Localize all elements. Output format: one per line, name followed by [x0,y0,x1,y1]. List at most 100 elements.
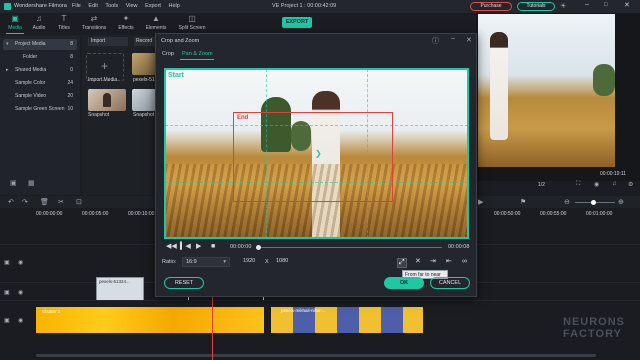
menu-view[interactable]: View [126,3,138,9]
media-clip-label: pexels-51 [133,77,155,83]
sidebar-item-folder[interactable]: Folder 8 [3,52,77,63]
track-lock-icon[interactable]: ▣ [4,259,10,266]
end-frame[interactable]: End [233,112,393,202]
ratio-select[interactable]: 16:9 ▾ [182,257,230,267]
sidebar-item-sample-color[interactable]: Sample Color 24 [3,78,77,89]
tab-transitions[interactable]: ⇄ Transitions [80,13,108,35]
time-start: 00:00:00 [230,244,252,250]
tab-media[interactable]: ▣ Media [2,13,28,35]
crop-zoom-dialog: Crop and Zoom ⓘ – ✕ Crop Pan & Zoom Star… [155,33,477,297]
marker-icon[interactable]: ⚑ [520,198,526,206]
swap-zoom-icon[interactable]: ⤢ [397,258,407,268]
ok-button[interactable]: OK [384,277,424,289]
dimension-separator: X [265,259,269,265]
track-eye-icon[interactable]: ◉ [18,289,23,296]
menu-bar: File Edit Tools View Export Help [72,3,186,9]
tab-titles[interactable]: T Titles [51,13,77,35]
transition-icon: ⇄ [90,14,98,23]
zoom-out-icon[interactable]: ⊖ [564,198,570,206]
menu-file[interactable]: File [72,3,81,9]
effects-icon: ✦ [122,14,130,23]
menu-help[interactable]: Help [169,3,180,9]
menu-export[interactable]: Export [145,3,161,9]
track-lock-icon[interactable]: ▣ [4,317,10,324]
step-back-icon[interactable]: ▍◀ [180,243,191,251]
timeline-clip-girl[interactable]: pexels-mikhail-nilov-... [271,307,423,333]
minimize-icon[interactable]: – [585,1,589,8]
tab-audio[interactable]: ♫ Audio [26,13,52,35]
scrubber-knob[interactable] [256,245,261,250]
tab-effects[interactable]: ✦ Effects [113,13,139,35]
crop-icon[interactable]: ⊡ [76,198,82,206]
timeline-clip-yellow[interactable]: Shutter 1 [36,307,264,333]
tree-shape [593,64,615,96]
media-clip-thumbnail[interactable] [132,53,156,75]
maximize-icon[interactable]: □ [604,2,608,8]
import-dropdown[interactable]: Import [88,37,128,46]
close-icon[interactable]: ✕ [466,36,472,44]
tutorials-button[interactable]: Tutorials [517,2,555,11]
link-icon[interactable]: ∞ [462,258,467,266]
project-title: VE Project 1 : 00:00:42:09 [272,3,337,9]
menu-edit[interactable]: Edit [88,3,97,9]
sidebar-item-project-media[interactable]: ▾ Project Media 8 [3,39,77,50]
playback-scrubber[interactable] [258,247,442,248]
close-icon[interactable]: ✕ [624,1,630,9]
folder-icon[interactable]: ▦ [28,179,35,187]
volume-icon[interactable]: ♫ [612,181,617,187]
timeline-clip-text[interactable]: pexels-51324... [96,277,144,301]
zoom-in-icon[interactable]: ⊕ [618,198,624,206]
fullscreen-icon[interactable]: ⛶ [576,181,580,188]
notification-icon[interactable]: ☀ [560,2,566,10]
ruler-tick-label: 00:00:10:00 [128,211,155,217]
stop-icon[interactable]: ■ [211,243,215,251]
new-folder-icon[interactable]: ▣ [10,179,17,187]
snapshot-thumbnail-2[interactable] [132,89,156,111]
crop-canvas[interactable]: Start End ❯ [164,68,469,239]
snapshot-thumbnail[interactable] [88,89,126,111]
track-lock-icon[interactable]: ▣ [4,289,10,296]
media-library: Import Record + Import Media pexels-51 S… [82,35,156,195]
active-tab-underline [6,33,24,34]
watermark-text: NEURONS [563,316,626,328]
tab-pan-zoom[interactable]: Pan & Zoom [182,51,213,57]
cut-icon[interactable]: ✂ [58,198,64,206]
minimize-icon[interactable]: – [451,35,455,42]
width-field[interactable]: 1920 [240,257,262,267]
align-right-icon[interactable]: ⇥ [430,258,436,266]
cancel-button[interactable]: CANCEL [430,277,470,289]
reset-button[interactable]: RESET [164,277,204,289]
reset-crop-icon[interactable]: ✕ [415,258,421,266]
sidebar-item-sample-green-screen[interactable]: Sample Green Screen 10 [3,104,77,115]
play-icon[interactable]: ▶ [196,243,201,251]
rewind-icon[interactable]: ◀◀ [166,243,177,251]
tab-crop[interactable]: Crop [162,51,174,57]
preview-zoom[interactable]: 1/2 [538,182,545,188]
sidebar-item-shared-media[interactable]: ▸ Shared Media 0 [3,65,77,76]
menu-tools[interactable]: Tools [105,3,118,9]
title-bar: Wondershare Filmora File Edit Tools View… [0,0,640,13]
timeline-scrollbar[interactable] [36,354,596,357]
settings-icon[interactable]: ⚙ [628,181,633,188]
tab-underline [180,59,214,60]
render-icon[interactable]: ▶ [478,198,483,206]
chevron-right-icon: ▸ [6,67,9,73]
zoom-slider-knob[interactable] [591,200,596,205]
redo-icon[interactable]: ↷ [22,198,28,206]
delete-icon[interactable]: 🗑 [40,198,49,206]
undo-icon[interactable]: ↶ [8,198,14,206]
export-button[interactable]: EXPORT [282,17,312,28]
track-eye-icon[interactable]: ◉ [18,259,23,266]
app-logo-icon [4,3,11,10]
help-icon[interactable]: ⓘ [432,36,439,46]
sidebar-item-sample-video[interactable]: Sample Video 20 [3,91,77,102]
tab-elements[interactable]: ▲ Elements [142,13,170,35]
purchase-button[interactable]: Purchase [470,2,512,11]
track-eye-icon[interactable]: ◉ [18,317,23,324]
snapshot-icon[interactable]: ◉ [594,181,599,188]
record-dropdown[interactable]: Record [134,37,156,46]
height-field[interactable]: 1080 [273,257,295,267]
app-name: Wondershare Filmora [14,3,67,9]
align-left-icon[interactable]: ⇤ [446,258,452,266]
tab-split-screen[interactable]: ◫ Split Screen [175,13,209,35]
